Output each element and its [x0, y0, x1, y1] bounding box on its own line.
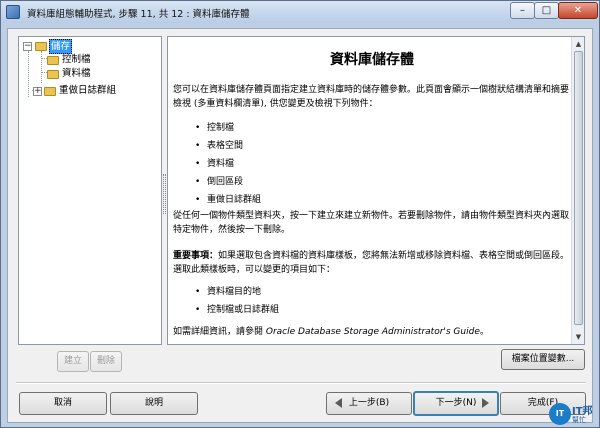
next-button[interactable]: 下一步(N)	[413, 391, 499, 416]
file-location-variables-button[interactable]: 檔案位置變數...	[501, 349, 585, 370]
collapse-icon[interactable]: −	[23, 42, 32, 51]
tree-label: 儲存	[49, 39, 73, 54]
maximize-button[interactable]: □	[534, 2, 559, 19]
scroll-up-arrow-icon[interactable]: ▲	[573, 38, 584, 50]
intro-text: 您可以在資料庫儲存體頁面指定建立資料庫時的儲存體參數。此頁面會顯示一個樹狀結構清…	[173, 85, 570, 109]
object-list: 控制檔 表格空間 資料檔 倒回區段 重做日誌群組	[195, 121, 261, 211]
create-button[interactable]: 建立	[57, 351, 89, 372]
tree-label: 重做日誌群組	[59, 85, 117, 96]
scroll-down-arrow-icon[interactable]: ▼	[573, 331, 584, 343]
watermark-line2: 幫忙	[572, 416, 586, 424]
window-title: 資料庫組態輔助程式, 步驟 11, 共 12 : 資料庫儲存體	[27, 9, 250, 20]
help-title: 資料庫儲存體	[330, 52, 414, 68]
folder-icon	[47, 56, 59, 65]
important-text: 如果選取包含資料檔的資料庫樣板，您將無法新增或移除資料檔、表格空間或倒回區段。選…	[173, 251, 570, 275]
list-item: 控制檔	[195, 121, 261, 135]
back-button[interactable]: 上一步(B)	[326, 392, 412, 415]
list-item: 資料檔目的地	[195, 285, 279, 299]
watermark-logo: IT IT邦 幫忙	[549, 399, 599, 427]
help-pane: 資料庫儲存體 您可以在資料庫儲存體頁面指定建立資料庫時的儲存體參數。此頁面會顯示…	[167, 36, 585, 345]
tree-node-datafile[interactable]: 資料檔	[47, 67, 147, 81]
more-info-prefix: 如需詳細資訊，請參閱	[173, 327, 266, 337]
next-arrow-icon	[482, 398, 489, 408]
divider	[16, 382, 586, 384]
title-bar[interactable]: 資料庫組態輔助程式, 步驟 11, 共 12 : 資料庫儲存體 – □ ✕	[1, 1, 599, 23]
list-item: 資料檔	[195, 157, 261, 171]
important-note: 重要事項：如果選取包含資料檔的資料庫樣板，您將無法新增或移除資料檔、表格空間或倒…	[173, 249, 571, 277]
cancel-button[interactable]: 取消	[19, 392, 107, 415]
tree-node-redo-log-groups[interactable]: + 重做日誌群組	[33, 85, 153, 99]
tree-label: 控制檔	[62, 54, 91, 65]
create-delete-text: 從任何一個物件類型資料夾，按一下建立來建立新物件。若要刪除物件，請由物件類型資料…	[173, 211, 570, 235]
minimize-button[interactable]: –	[510, 2, 535, 19]
wizard-body: − 儲存 控制檔 資料檔 + 重做日誌群組 資料庫儲存體 您可以在資料庫儲存體頁…	[7, 28, 593, 423]
app-icon	[6, 5, 20, 19]
storage-tree[interactable]: − 儲存 控制檔 資料檔 + 重做日誌群組	[18, 36, 162, 345]
tree-line	[28, 51, 29, 97]
more-info-text: 如需詳細資訊，請參閱 Oracle Database Storage Admin…	[173, 325, 571, 339]
expand-icon[interactable]: +	[33, 87, 42, 96]
folder-icon	[47, 70, 59, 79]
guide-link[interactable]: Oracle Database Storage Administrator's …	[266, 327, 480, 337]
pane-splitter[interactable]	[163, 174, 166, 214]
list-item: 表格空間	[195, 139, 261, 153]
back-arrow-icon	[335, 398, 342, 408]
vertical-scrollbar[interactable]: ▲ ▼	[571, 37, 584, 344]
list-item: 控制檔或日誌群組	[195, 303, 279, 317]
tree-line	[41, 51, 42, 83]
tree-node-storage[interactable]: − 儲存	[22, 39, 122, 54]
watermark-badge: IT	[549, 403, 571, 425]
next-label: 下一步(N)	[435, 398, 477, 408]
tree-node-control-file[interactable]: 控制檔	[47, 53, 147, 67]
scroll-thumb[interactable]	[574, 51, 583, 325]
delete-button[interactable]: 刪除	[90, 351, 122, 372]
wizard-window: 資料庫組態輔助程式, 步驟 11, 共 12 : 資料庫儲存體 – □ ✕ − …	[0, 0, 600, 428]
folder-icon	[44, 87, 56, 96]
important-label: 重要事項：	[173, 251, 219, 261]
back-label: 上一步(B)	[348, 398, 390, 408]
list-item: 倒回區段	[195, 175, 261, 189]
close-button[interactable]: ✕	[558, 2, 598, 19]
list-item: 重做日誌群組	[195, 193, 261, 207]
folder-icon	[35, 42, 47, 51]
help-button[interactable]: 說明	[110, 392, 198, 415]
changeable-list: 資料檔目的地 控制檔或日誌群組	[195, 285, 279, 321]
more-info-suffix: 。	[479, 327, 489, 337]
tree-label: 資料檔	[62, 68, 91, 79]
